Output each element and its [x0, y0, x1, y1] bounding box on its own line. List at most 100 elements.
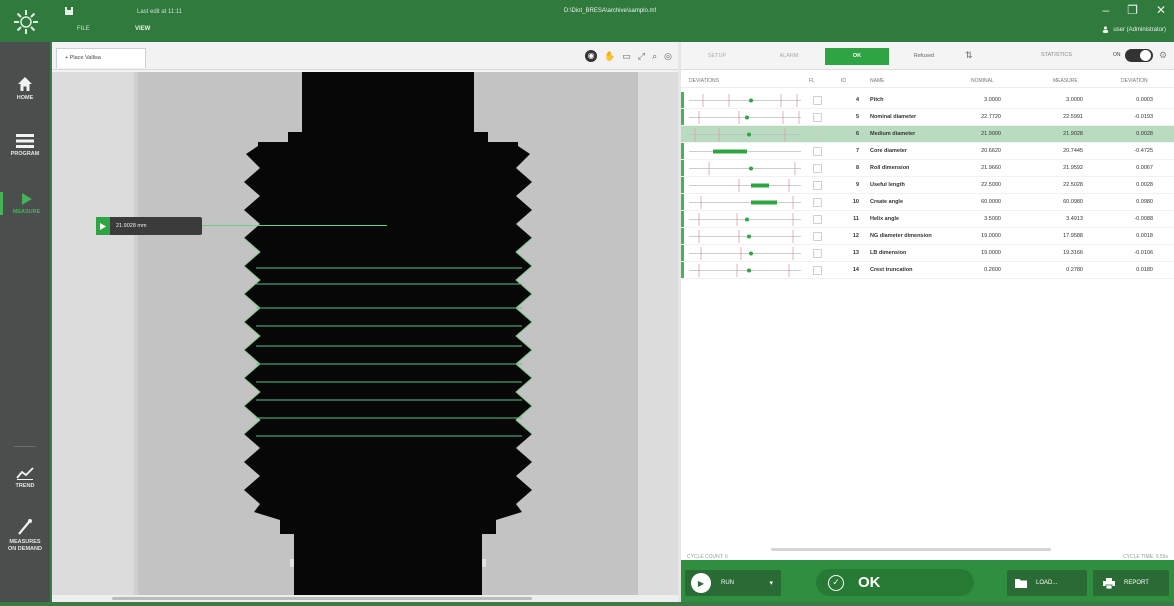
viewer-tab[interactable]: + Place Vallisa — [56, 48, 146, 68]
row-id: 4 — [855, 97, 859, 103]
row-deviation: -0.0193 — [1134, 114, 1153, 120]
minimize-button[interactable]: – — [1102, 3, 1109, 17]
menu-view[interactable]: VIEW — [135, 26, 150, 32]
table-row[interactable]: 13 LB dimension 19.0000 19.3166 -0.0106 — [681, 245, 1174, 262]
row-flag-checkbox[interactable] — [813, 232, 822, 241]
row-nominal: 19.0000 — [981, 233, 1001, 239]
sidebar: HOME PROGRAM MEASURE TREND MEASURES ON D… — [0, 42, 50, 602]
col-measure[interactable]: MEASURE — [1053, 78, 1078, 84]
row-deviation: 0.0003 — [1136, 97, 1153, 103]
row-name: Crest truncation — [870, 267, 913, 273]
measure-tag[interactable]: 21.9028 mm — [96, 217, 202, 235]
row-nominal: 20.6620 — [981, 148, 1001, 154]
row-flag-checkbox[interactable] — [813, 130, 822, 139]
row-flag-checkbox[interactable] — [813, 113, 822, 122]
col-id[interactable]: ID — [841, 78, 846, 84]
title-bar: Last edit at 11:11 FILE VIEW D:\Diot_BRE… — [0, 0, 1174, 42]
table-row[interactable]: 4 Pitch 3.0000 3.0000 0.0003 — [681, 92, 1174, 109]
deviation-sparkline — [689, 162, 801, 175]
status-alarm[interactable]: ALARM — [759, 48, 819, 65]
table-row[interactable]: 6 Medium diameter 21.9000 21.9028 0.0028 — [681, 126, 1174, 143]
user-info[interactable]: user (Administrator) — [1102, 26, 1166, 33]
col-nominal[interactable]: NOMINAL — [971, 78, 994, 84]
table-row[interactable]: 10 Create angle 60.0000 60.0980 0.0980 — [681, 194, 1174, 211]
table-row[interactable]: 9 Useful length 22.5000 22.5028 0.0028 — [681, 177, 1174, 194]
filter-icon[interactable]: ⇅ — [965, 50, 973, 61]
table-header: DEVIATIONS FL ID NAME NOMINAL MEASURE DE… — [681, 74, 1174, 88]
row-measure: 21.9592 — [1063, 165, 1083, 171]
table-row[interactable]: 7 Core diameter 20.6620 20.7445 -0.4725 — [681, 143, 1174, 160]
table-row[interactable]: 8 Roll dimension 21.9660 21.9592 0.0067 — [681, 160, 1174, 177]
status-setup[interactable]: SETUP — [689, 48, 745, 65]
row-nominal: 3.5000 — [984, 216, 1001, 222]
row-flag-checkbox[interactable] — [813, 164, 822, 173]
row-id: 11 — [853, 216, 859, 222]
col-deviation[interactable]: DEVIATION — [1121, 78, 1148, 84]
sidebar-item-trend[interactable]: TREND — [0, 466, 50, 489]
hand-icon[interactable]: ✋ — [604, 51, 615, 62]
status-ok[interactable]: OK — [825, 48, 889, 65]
table-row[interactable]: 5 Nominal diameter 22.7720 22.5991 -0.0193 — [681, 109, 1174, 126]
table-scrollbar[interactable] — [771, 548, 1051, 551]
results-panel: SETUP ALARM OK Refused ⇅ STATISTICS ON ⚙… — [681, 42, 1174, 560]
restore-button[interactable]: ❐ — [1127, 3, 1138, 17]
report-button[interactable]: REPORT — [1093, 570, 1169, 596]
close-button[interactable]: ✕ — [1156, 3, 1166, 17]
last-edit-label: Last edit at 11:11 — [137, 9, 183, 15]
row-nominal: 60.0000 — [981, 199, 1001, 205]
file-path-title: D:\Diot_BRESA\archive\samplo.mf — [563, 8, 657, 14]
save-icon[interactable] — [64, 6, 74, 16]
deviation-sparkline — [689, 111, 801, 124]
load-button[interactable]: LOAD... — [1007, 570, 1087, 596]
col-name[interactable]: NAME — [870, 78, 884, 84]
threaded-part-silhouette — [243, 72, 533, 602]
row-name: Core diameter — [870, 148, 907, 154]
row-flag-checkbox[interactable] — [813, 249, 822, 258]
trend-icon — [16, 467, 34, 480]
row-deviation: -0.0106 — [1134, 250, 1153, 256]
row-measure: 60.0980 — [1063, 199, 1083, 205]
deviation-sparkline — [689, 196, 801, 209]
sidebar-item-label: PROGRAM — [10, 151, 40, 157]
menu-file[interactable]: FILE — [77, 26, 90, 32]
row-flag-checkbox[interactable] — [813, 147, 822, 156]
settings-icon[interactable]: ⚙ — [1159, 50, 1167, 61]
image-canvas[interactable]: 21.9028 mm — [52, 72, 678, 602]
sidebar-item-measure[interactable]: MEASURE — [0, 192, 50, 215]
table-row[interactable]: 12 NG diameter dimension 19.0000 17.9588 0.0… — [681, 228, 1174, 245]
table-row[interactable]: 14 Crest truncation 0.2600 0.2780 0.0180 — [681, 262, 1174, 279]
play-icon — [21, 193, 32, 205]
row-name: Medium diameter — [870, 131, 916, 137]
sidebar-item-measures-on-demand[interactable]: MEASURES ON DEMAND — [0, 518, 50, 553]
row-flag-checkbox[interactable] — [813, 198, 822, 207]
row-id: 8 — [855, 165, 859, 171]
eye-icon[interactable]: ◎ — [664, 51, 672, 62]
run-button[interactable]: ▶ RUN ▾ — [685, 570, 781, 596]
row-id: 13 — [852, 250, 859, 256]
select-icon[interactable]: ◉ — [585, 50, 598, 62]
check-icon: ✓ — [828, 574, 844, 591]
measure-tag-value: 21.9028 mm — [116, 223, 147, 229]
table-row[interactable]: 11 Helix angle 3.5000 3.4913 -0.0088 — [681, 211, 1174, 228]
folder-icon — [1015, 579, 1027, 588]
row-flag-checkbox[interactable] — [813, 266, 822, 275]
row-name: Useful length — [870, 182, 905, 188]
run-dropdown-icon[interactable]: ▾ — [769, 579, 773, 587]
fullscreen-icon[interactable]: ⤢ — [638, 51, 645, 62]
result-ok-indicator: ✓ OK — [816, 569, 974, 596]
viewer-tab-bar: + Place Vallisa ◉ ✋ ▭ ⤢ ⌕ ◎ — [52, 42, 678, 70]
row-flag-checkbox[interactable] — [813, 96, 822, 105]
user-name: user (Administrator) — [1113, 26, 1166, 33]
fit-width-icon[interactable]: ▭ — [622, 51, 631, 62]
scrollbar-thumb[interactable] — [112, 597, 532, 600]
sidebar-item-program[interactable]: PROGRAM — [0, 134, 50, 157]
row-nominal: 22.7720 — [981, 114, 1001, 120]
row-flag-checkbox[interactable] — [813, 215, 822, 224]
sidebar-item-label: MEASURES ON DEMAND — [8, 539, 42, 552]
row-flag-checkbox[interactable] — [813, 181, 822, 190]
zoom-icon[interactable]: ⌕ — [652, 51, 657, 62]
image-viewer: + Place Vallisa ◉ ✋ ▭ ⤢ ⌕ ◎ 21.9028 mm — [52, 42, 678, 602]
run-label: RUN — [721, 580, 734, 586]
status-refused[interactable]: Refused — [899, 48, 949, 65]
sidebar-item-home[interactable]: HOME — [0, 76, 50, 101]
